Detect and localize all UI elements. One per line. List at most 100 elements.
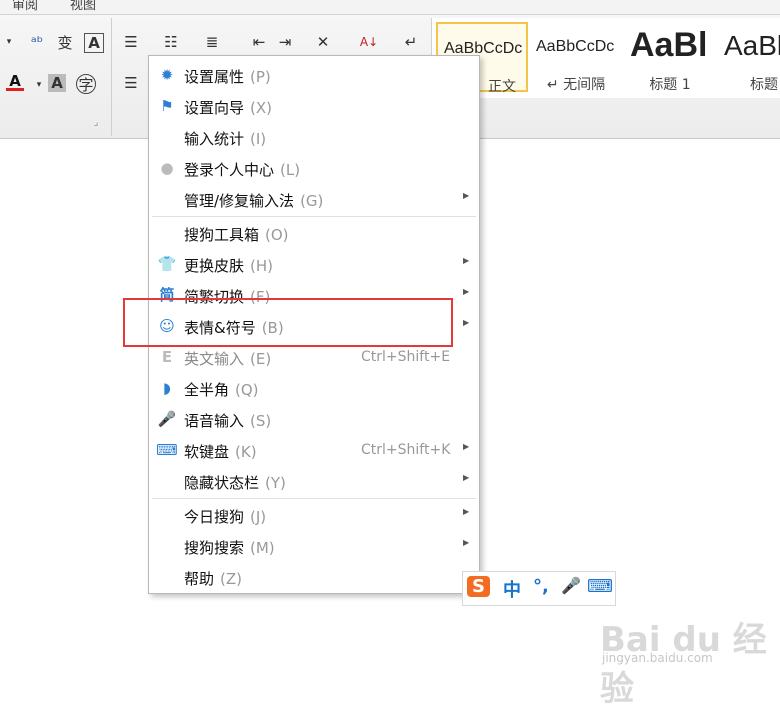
style-name: 标题 1 bbox=[649, 77, 691, 93]
submenu-arrow-icon: ▶ bbox=[463, 191, 470, 200]
align-left-icon[interactable]: ☰ bbox=[122, 74, 140, 92]
menu-item-mnemonic: (Y) bbox=[265, 474, 286, 492]
highlight-box bbox=[123, 298, 453, 347]
chinese-layout-icon[interactable]: ✕ bbox=[314, 33, 332, 51]
menu-item-label: 管理/修复输入法 bbox=[184, 192, 295, 210]
font-color-dropdown-icon[interactable]: ▾ bbox=[30, 76, 48, 94]
menu-item-mnemonic: (P) bbox=[250, 68, 271, 86]
menu-item-mnemonic: (S) bbox=[250, 412, 272, 430]
style-heading-1[interactable]: AaBl 标题 1 bbox=[624, 22, 716, 93]
gear-icon: ✹ bbox=[160, 65, 174, 84]
font-color-icon[interactable]: A bbox=[6, 72, 24, 91]
menu-item-hide-statusbar[interactable]: 隐藏状态栏 (Y) ▶ bbox=[149, 466, 479, 497]
menu-item-mnemonic: (M) bbox=[250, 539, 275, 557]
enclose-char-icon[interactable]: 字 bbox=[76, 74, 96, 94]
decrease-indent-icon[interactable]: ⇤ bbox=[250, 33, 268, 51]
style-name: ↵ 无间隔 bbox=[546, 77, 606, 93]
submenu-arrow-icon: ▶ bbox=[463, 507, 470, 516]
menu-item-label: 设置属性 bbox=[184, 68, 245, 86]
sort-icon[interactable]: A↓ bbox=[360, 33, 378, 51]
menu-item-mnemonic: (G) bbox=[300, 192, 324, 210]
menu-item-help[interactable]: 帮助(Z) ▶ bbox=[149, 562, 479, 593]
submenu-arrow-icon: ▶ bbox=[463, 538, 470, 547]
numbering-icon[interactable]: ☷ bbox=[162, 33, 180, 51]
sogou-logo-icon[interactable]: S bbox=[467, 576, 490, 597]
menu-item-label: 登录个人中心 bbox=[184, 161, 275, 179]
menu-item-manage-repair[interactable]: 管理/修复输入法 (G) ▶ bbox=[149, 184, 479, 215]
flag-icon: ⚑ bbox=[160, 96, 174, 115]
bullets-icon[interactable]: ☰ bbox=[122, 33, 140, 51]
menu-item-login[interactable]: ● 登录个人中心 (L) bbox=[149, 153, 479, 184]
menu-item-label: 语音输入 bbox=[184, 412, 245, 430]
menu-item-mnemonic: (L) bbox=[280, 161, 301, 179]
style-title[interactable]: AaBl 标题 bbox=[718, 22, 780, 93]
tab-review[interactable]: 审阅 bbox=[12, 0, 38, 13]
keyboard-icon[interactable]: ⌨ bbox=[587, 576, 613, 597]
menu-item-mnemonic: (X) bbox=[250, 99, 272, 117]
char-shading-icon[interactable]: A bbox=[48, 74, 66, 92]
multilevel-list-icon[interactable]: ≣ bbox=[203, 33, 221, 51]
menu-item-voice-input[interactable]: 🎤 语音输入 (S) bbox=[149, 404, 479, 435]
style-no-spacing[interactable]: AaBbCcDc ↵ 无间隔 bbox=[530, 22, 622, 93]
menu-item-label: 搜狗工具箱 bbox=[184, 226, 260, 244]
submenu-arrow-icon: ▶ bbox=[463, 287, 470, 296]
menu-item-label: 输入统计 bbox=[184, 130, 245, 148]
ime-status-bar: S 中 °, 🎤 ⌨ bbox=[462, 571, 616, 606]
menu-item-today-sogou[interactable]: 今日搜狗 (J) ▶ bbox=[149, 500, 479, 531]
style-sample: AaBl bbox=[630, 26, 708, 64]
menu-item-mnemonic: (K) bbox=[235, 443, 257, 461]
menu-item-label: 帮助 bbox=[184, 570, 215, 588]
menu-item-wizard[interactable]: ⚑ 设置向导 (X) bbox=[149, 91, 479, 122]
menu-item-mnemonic: (O) bbox=[265, 226, 289, 244]
microphone-icon[interactable]: 🎤 bbox=[561, 576, 581, 595]
tab-view[interactable]: 视图 bbox=[70, 0, 96, 13]
menu-item-shortcut: Ctrl+Shift+K bbox=[361, 442, 451, 458]
user-icon: ● bbox=[160, 158, 174, 177]
menu-item-mnemonic: (J) bbox=[250, 508, 267, 526]
group-separator bbox=[111, 18, 112, 136]
styles-gallery: AaBbCcDc 正文 AaBbCcDc ↵ 无间隔 AaBl 标题 1 AaB… bbox=[431, 18, 780, 98]
keyboard-icon: ⌨ bbox=[156, 440, 178, 459]
menu-item-full-half-width[interactable]: ◗ 全半角 (Q) bbox=[149, 373, 479, 404]
submenu-arrow-icon: ▶ bbox=[463, 473, 470, 482]
ribbon-tabs: 审阅 视图 bbox=[0, 0, 780, 15]
chinese-mode-toggle[interactable]: 中 bbox=[503, 576, 521, 602]
menu-separator bbox=[152, 498, 476, 499]
punctuation-toggle[interactable]: °, bbox=[533, 576, 549, 597]
menu-separator bbox=[152, 216, 476, 217]
menu-item-label: 全半角 bbox=[184, 381, 230, 399]
half-moon-icon: ◗ bbox=[163, 378, 171, 397]
menu-item-label: 搜狗搜索 bbox=[184, 539, 245, 557]
menu-item-label: 隐藏状态栏 bbox=[184, 474, 260, 492]
menu-item-label: 更换皮肤 bbox=[184, 257, 245, 275]
menu-item-shortcut: Ctrl+Shift+E bbox=[361, 349, 451, 365]
text-convert-icon[interactable]: 变 bbox=[56, 33, 74, 52]
menu-item-input-stats[interactable]: 输入统计 (I) bbox=[149, 122, 479, 153]
menu-item-label: 设置向导 bbox=[184, 99, 245, 117]
dialog-launcher-icon[interactable]: ⌟ bbox=[94, 118, 98, 128]
submenu-arrow-icon: ▶ bbox=[463, 442, 470, 451]
show-marks-icon[interactable]: ↵ bbox=[402, 33, 420, 51]
menu-item-mnemonic: (E) bbox=[250, 350, 272, 368]
dropdown-arrow-icon[interactable]: ▾ bbox=[0, 33, 18, 51]
menu-item-mnemonic: (H) bbox=[250, 257, 273, 275]
increase-indent-icon[interactable]: ⇥ bbox=[276, 33, 294, 51]
watermark-url: jingyan.baidu.com bbox=[602, 651, 713, 665]
char-border-icon[interactable]: A bbox=[84, 33, 104, 53]
menu-item-label: 今日搜狗 bbox=[184, 508, 245, 526]
english-e-icon: E bbox=[161, 347, 173, 366]
submenu-arrow-icon: ▶ bbox=[463, 256, 470, 265]
menu-item-properties[interactable]: ✹ 设置属性 (P) bbox=[149, 60, 479, 91]
menu-item-soft-keyboard[interactable]: ⌨ 软键盘 (K) Ctrl+Shift+K ▶ bbox=[149, 435, 479, 466]
menu-item-mnemonic: (Q) bbox=[235, 381, 259, 399]
style-sample: AaBl bbox=[724, 30, 780, 61]
menu-item-toolbox[interactable]: 搜狗工具箱 (O) bbox=[149, 218, 479, 249]
menu-item-label: 软键盘 bbox=[184, 443, 230, 461]
menu-item-change-skin[interactable]: 👕 更换皮肤 (H) ▶ bbox=[149, 249, 479, 280]
tshirt-icon: 👕 bbox=[157, 254, 177, 273]
phonetic-guide-icon[interactable]: ᵃᵇ bbox=[28, 33, 46, 51]
menu-item-sogou-search[interactable]: 搜狗搜索 (M) ▶ bbox=[149, 531, 479, 562]
submenu-arrow-icon: ▶ bbox=[463, 318, 470, 327]
style-name: 标题 bbox=[750, 77, 778, 93]
menu-item-label: 英文输入 bbox=[184, 350, 245, 368]
